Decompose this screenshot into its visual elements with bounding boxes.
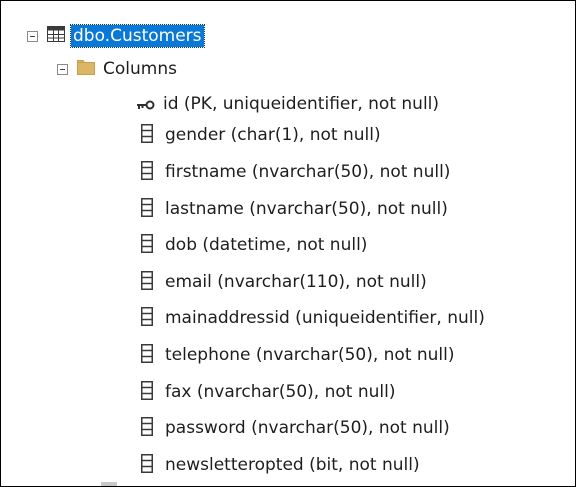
column-icon — [141, 160, 153, 184]
tree-node-column[interactable]: lastname (nvarchar(50), not null) — [141, 194, 448, 224]
column-label[interactable]: newsletteropted (bit, not null) — [165, 454, 420, 476]
column-label[interactable]: password (nvarchar(50), not null) — [165, 417, 450, 439]
column-label[interactable]: fax (nvarchar(50), not null) — [165, 381, 395, 403]
folder-icon — [77, 59, 95, 79]
tree-node-column[interactable]: password (nvarchar(50), not null) — [141, 413, 450, 443]
column-icon — [141, 453, 153, 477]
column-label[interactable]: gender (char(1), not null) — [165, 124, 381, 146]
tree-node-column[interactable]: mainaddressid (uniqueidentifier, null) — [141, 303, 485, 333]
column-icon — [141, 270, 153, 294]
tree-node-table[interactable]: dbo.Customers — [27, 21, 205, 51]
column-label[interactable]: email (nvarchar(110), not null) — [165, 271, 427, 293]
tree-node-column[interactable]: dob (datetime, not null) — [141, 230, 367, 260]
column-label[interactable]: mainaddressid (uniqueidentifier, null) — [165, 307, 485, 329]
collapse-toggle-icon[interactable] — [57, 63, 68, 75]
tree-node-column[interactable]: email (nvarchar(110), not null) — [141, 267, 427, 297]
key-icon — [137, 95, 155, 114]
column-icon — [141, 233, 153, 257]
tree-node-columns-folder[interactable]: Columns — [57, 54, 177, 84]
column-label[interactable]: dob (datetime, not null) — [165, 234, 367, 256]
column-icon — [141, 416, 153, 440]
column-label[interactable]: id (PK, uniqueidentifier, not null) — [163, 93, 439, 115]
tree-node-column[interactable]: firstname (nvarchar(50), not null) — [141, 157, 450, 187]
column-label[interactable]: lastname (nvarchar(50), not null) — [165, 198, 448, 220]
column-icon — [141, 343, 153, 367]
tree-node-column[interactable]: gender (char(1), not null) — [141, 120, 381, 150]
tree-node-column[interactable]: newsletteropted (bit, not null) — [141, 450, 420, 480]
column-icon — [141, 123, 153, 147]
tree-node-column[interactable]: telephone (nvarchar(50), not null) — [141, 340, 455, 370]
column-icon — [141, 197, 153, 221]
columns-folder-label[interactable]: Columns — [103, 58, 177, 80]
table-icon — [47, 26, 65, 46]
collapse-toggle-icon[interactable] — [27, 30, 38, 42]
tree-node-column[interactable]: id (PK, uniqueidentifier, not null) — [137, 89, 439, 119]
next-node-partial-icon — [101, 482, 117, 486]
column-icon — [141, 306, 153, 330]
column-label[interactable]: firstname (nvarchar(50), not null) — [165, 161, 450, 183]
tree-node-column[interactable]: fax (nvarchar(50), not null) — [141, 377, 395, 407]
column-icon — [141, 380, 153, 404]
column-label[interactable]: telephone (nvarchar(50), not null) — [165, 344, 455, 366]
table-label[interactable]: dbo.Customers — [70, 24, 205, 48]
object-explorer-panel: dbo.Customers Columns id (PK, uniqueiden… — [0, 0, 576, 487]
